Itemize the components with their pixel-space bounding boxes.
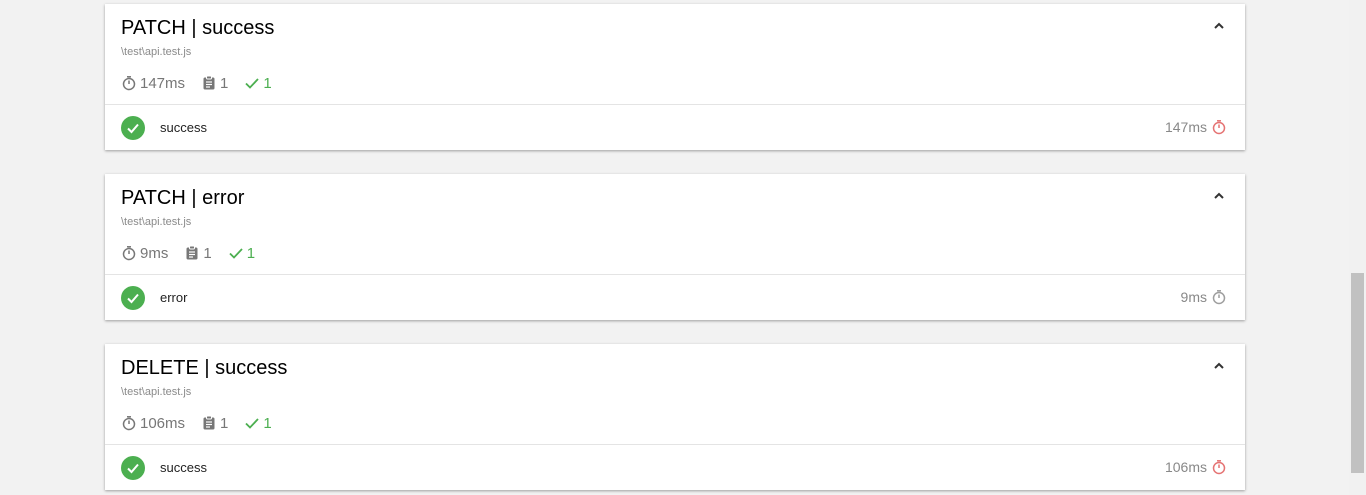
suite-test-count: 1 — [201, 75, 228, 92]
clipboard-icon — [186, 245, 198, 260]
clipboard-icon — [203, 415, 215, 430]
check-icon — [245, 418, 260, 429]
suite-duration: 106ms — [121, 415, 185, 432]
suite-summary: 147ms 1 1 — [121, 73, 288, 93]
check-icon — [245, 78, 260, 89]
test-duration: 106ms — [1165, 459, 1227, 475]
check-circle-icon — [121, 456, 145, 480]
suite-pass-count-value: 1 — [246, 244, 256, 262]
chevron-up-icon[interactable] — [1211, 188, 1227, 204]
suite-duration-value: 147ms — [140, 74, 186, 92]
chevron-up-icon[interactable] — [1211, 18, 1227, 34]
suite-test-count: 1 — [184, 244, 212, 262]
suite-summary: 106ms 1 1 — [121, 413, 288, 433]
timer-icon — [1212, 120, 1226, 135]
test-title: success — [160, 120, 207, 135]
check-circle-icon — [121, 286, 145, 310]
suite-filename: \test\api.test.js — [121, 46, 192, 58]
suite-card: PATCH | success \test\api.test.js 147ms … — [105, 4, 1245, 150]
suite-header: PATCH | error \test\api.test.js 9ms 1 1 — [105, 174, 1245, 274]
suite-filename: \test\api.test.js — [121, 216, 192, 228]
chevron-up-icon[interactable] — [1211, 358, 1227, 374]
suite-header: PATCH | success \test\api.test.js 147ms … — [105, 4, 1245, 104]
scrollbar[interactable] — [1349, 0, 1366, 495]
suite-title: PATCH | success — [121, 17, 275, 39]
suite-pass-count: 1 — [228, 245, 255, 262]
suite-pass-count: 1 — [244, 74, 272, 92]
timer-icon — [122, 416, 136, 431]
suite-card: DELETE | success \test\api.test.js 106ms… — [105, 344, 1245, 490]
suite-test-count-value: 1 — [220, 414, 229, 432]
timer-icon — [1212, 290, 1226, 305]
suite-duration: 9ms — [121, 245, 168, 262]
suite-pass-count: 1 — [244, 414, 272, 432]
suite-pass-count-value: 1 — [263, 414, 272, 432]
test-duration-value: 106ms — [1164, 459, 1207, 475]
test-duration: 9ms — [1181, 289, 1227, 305]
test-duration: 147ms — [1165, 119, 1227, 135]
suite-summary: 9ms 1 1 — [121, 243, 271, 263]
suite-duration: 147ms — [121, 75, 185, 92]
clipboard-icon — [203, 75, 215, 90]
check-icon — [229, 248, 243, 259]
suite-header: DELETE | success \test\api.test.js 106ms… — [105, 344, 1245, 444]
test-row[interactable]: success 106ms — [105, 444, 1245, 490]
suite-title: PATCH | error — [121, 187, 245, 209]
scrollbar-thumb[interactable] — [1351, 273, 1364, 473]
test-duration-value: 9ms — [1180, 289, 1207, 305]
suite-duration-value: 106ms — [140, 414, 186, 432]
suite-test-count: 1 — [201, 415, 228, 432]
test-row[interactable]: success 147ms — [105, 104, 1245, 150]
test-title: success — [160, 460, 207, 475]
timer-icon — [122, 76, 136, 91]
suite-test-count-value: 1 — [203, 244, 212, 262]
suite-duration-value: 9ms — [140, 244, 169, 262]
test-row[interactable]: error 9ms — [105, 274, 1245, 320]
suite-title: DELETE | success — [121, 357, 288, 379]
timer-icon — [122, 246, 136, 261]
suite-card: PATCH | error \test\api.test.js 9ms 1 1 … — [105, 174, 1245, 320]
timer-icon — [1212, 460, 1226, 475]
test-duration-value: 147ms — [1164, 119, 1207, 135]
suite-filename: \test\api.test.js — [121, 386, 192, 398]
test-title: error — [160, 290, 188, 305]
check-circle-icon — [121, 116, 145, 140]
suite-test-count-value: 1 — [220, 74, 229, 92]
suite-pass-count-value: 1 — [263, 74, 272, 92]
